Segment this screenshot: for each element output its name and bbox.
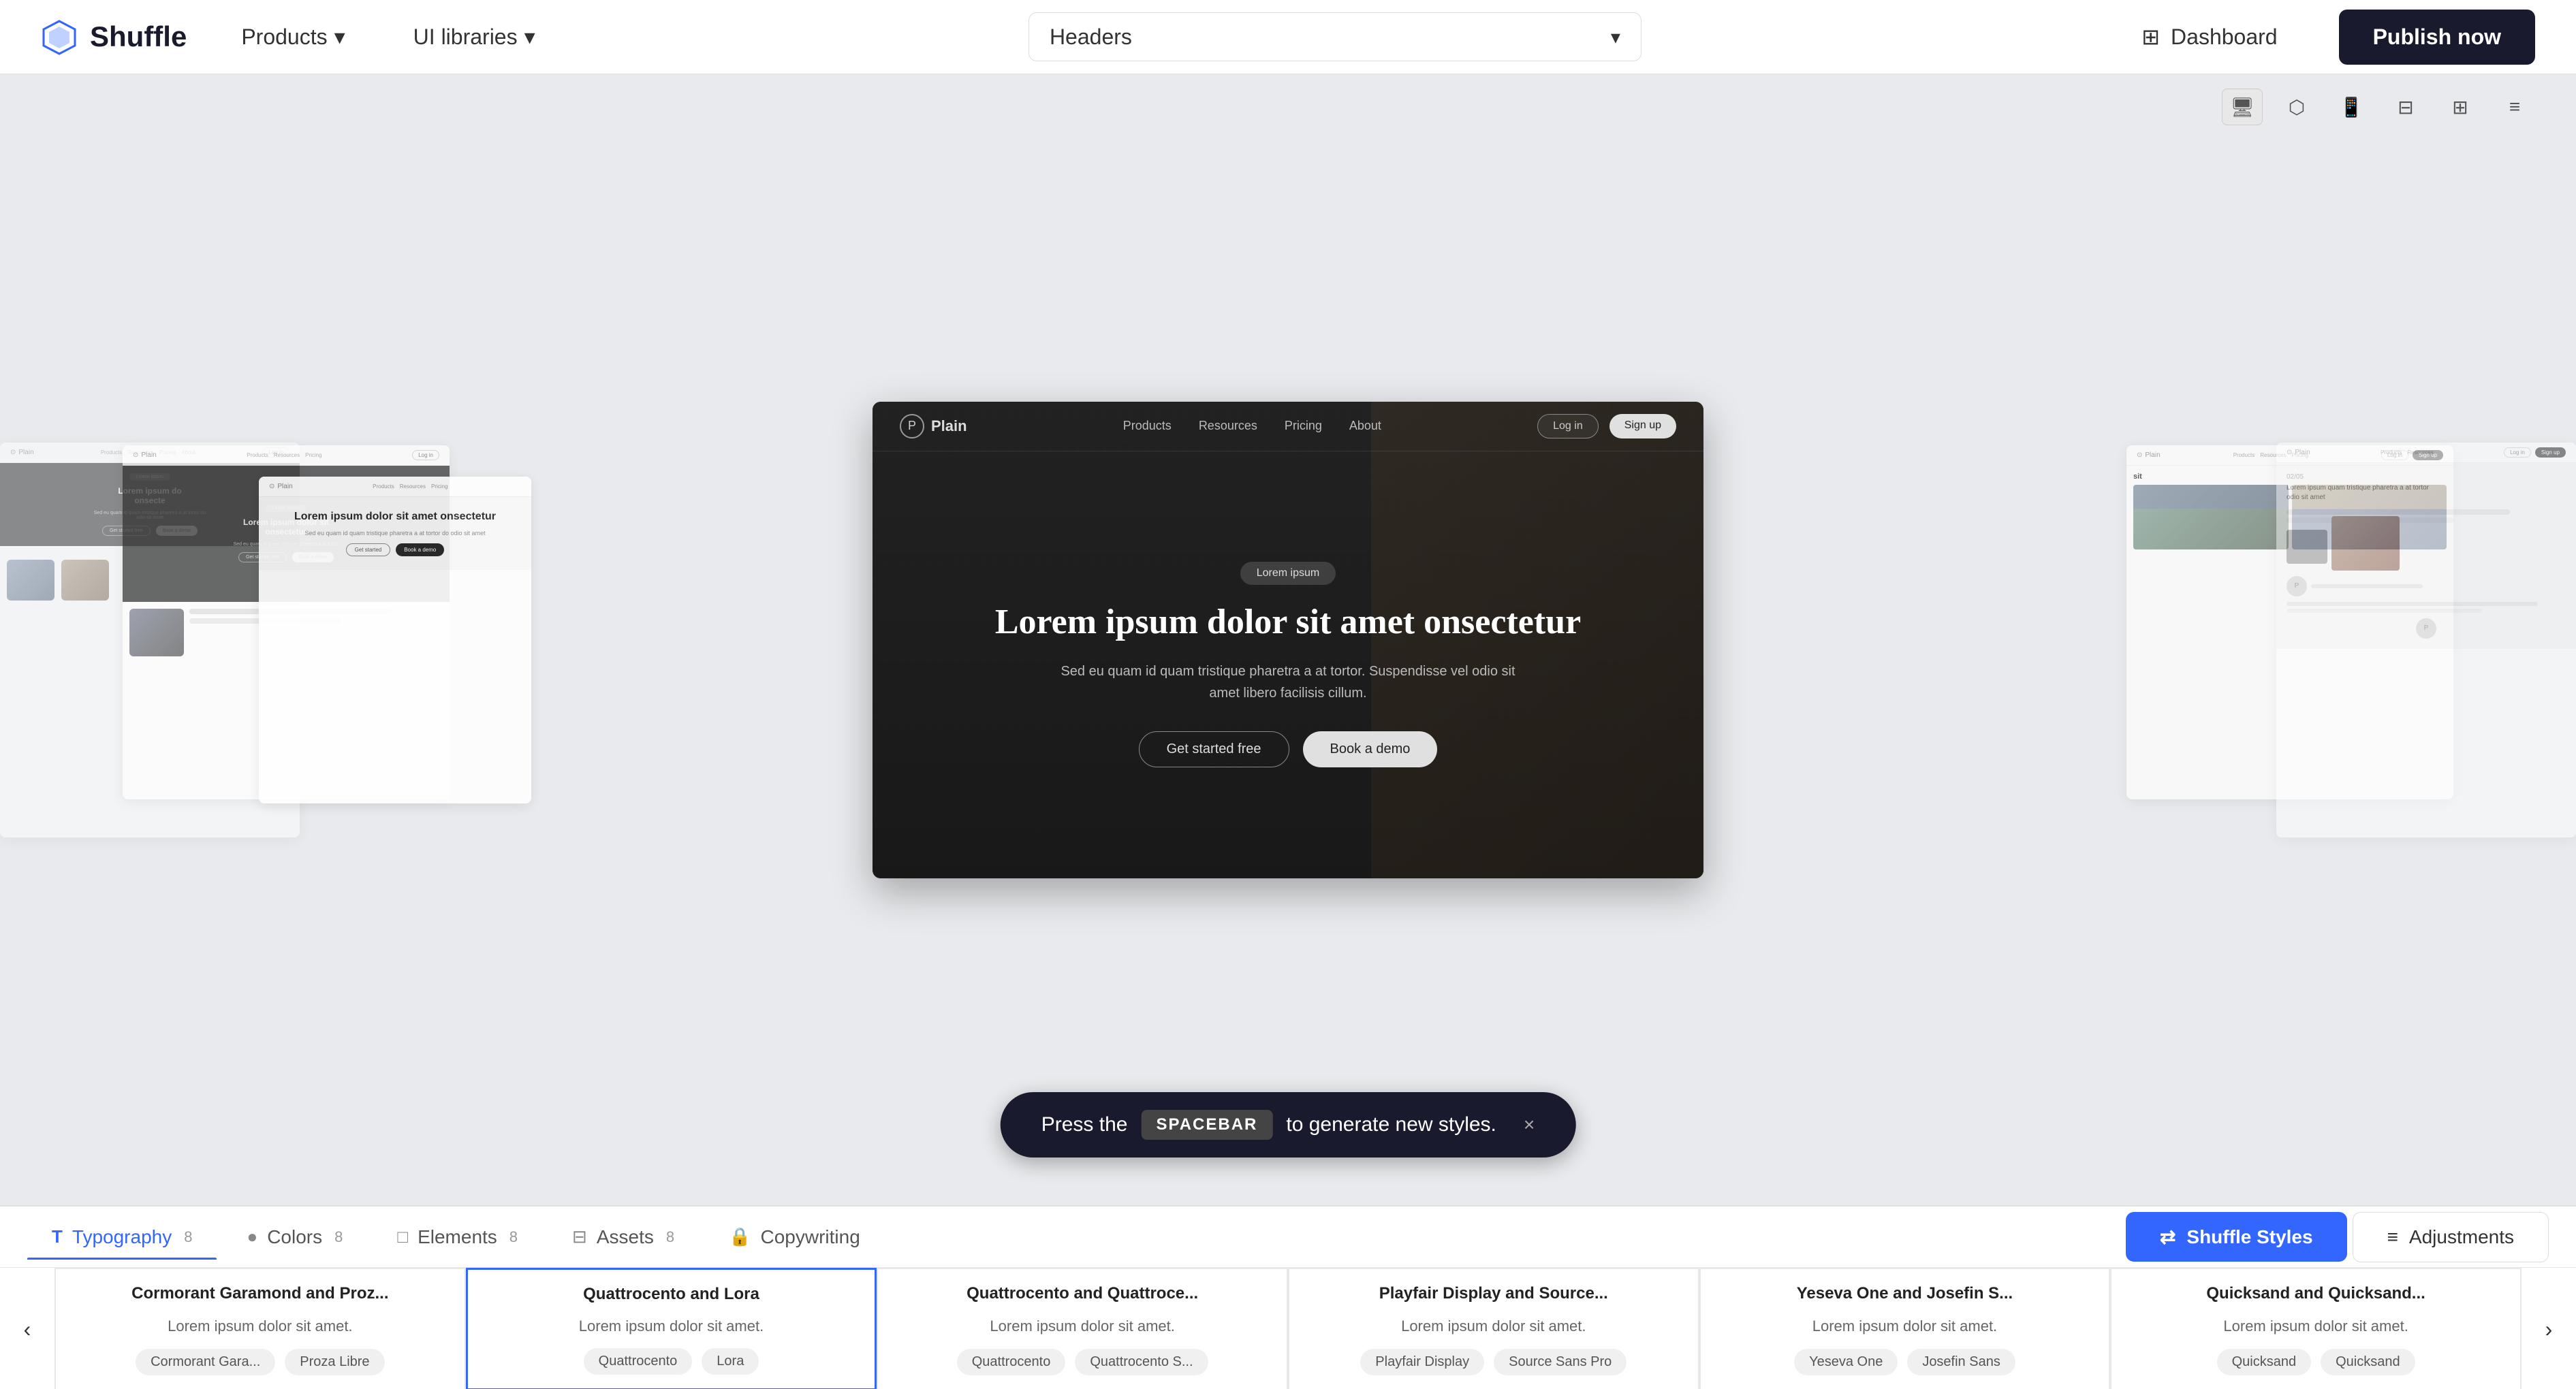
font-card-title: Yeseva One and Josefin S... — [1797, 1283, 2013, 1304]
preview-signup-button[interactable]: Sign up — [1609, 414, 1676, 438]
preview-logo-text: Plain — [931, 417, 967, 435]
preview-logo-icon: P — [900, 414, 924, 438]
tablet-landscape-button[interactable]: ⬡ — [2276, 89, 2317, 125]
font-tag: Quattrocento — [957, 1349, 1066, 1375]
sliders-icon: ≡ — [2387, 1226, 2398, 1248]
hero-badge: Lorem ipsum — [1240, 562, 1336, 585]
tab-elements[interactable]: □ Elements 8 — [373, 1215, 542, 1259]
logo-icon — [41, 18, 78, 55]
preview-nav-links: Products Resources Pricing About — [1123, 419, 1381, 433]
toast-close-button[interactable]: × — [1524, 1114, 1535, 1136]
topnav: Shuffle Products ▾ UI libraries ▾ Header… — [0, 0, 2576, 74]
font-card-playfair-source[interactable]: Playfair Display and Source... Lorem ips… — [1288, 1268, 1699, 1389]
font-card-sample: Lorem ipsum dolor sit amet. — [168, 1318, 352, 1335]
typography-icon: T — [52, 1226, 63, 1247]
preview-navbar: P Plain Products Resources Pricing About… — [873, 402, 1703, 451]
canvas-area: ⊙Plain Products Resources Pricing About … — [0, 74, 2576, 1205]
font-card-title: Playfair Display and Source... — [1379, 1283, 1608, 1304]
font-tags: Cormorant Gara... Proza Libre — [136, 1349, 384, 1375]
section-search[interactable]: Headers ▾ — [1028, 12, 1642, 61]
font-card-yeseva-josefin[interactable]: Yeseva One and Josefin S... Lorem ipsum … — [1699, 1268, 2111, 1389]
left-preview-3[interactable]: ⊙Plain Products Resources Pricing Lorem … — [259, 477, 531, 803]
elements-icon: □ — [397, 1226, 408, 1247]
font-card-sample: Lorem ipsum dolor sit amet. — [1401, 1318, 1586, 1335]
font-card-quattrocento-lora[interactable]: Quattrocento and Lora Lorem ipsum dolor … — [466, 1268, 877, 1389]
desktop-view-button[interactable]: 🖥 — [2222, 89, 2263, 125]
shuffle-icon: ⇄ — [2160, 1226, 2176, 1248]
spacebar-toast: Press the SPACEBAR to generate new style… — [1001, 1092, 1576, 1158]
spacebar-key: SPACEBAR — [1141, 1110, 1272, 1140]
font-tags: Quattrocento Lora — [584, 1348, 759, 1375]
split-view-button[interactable]: ⊟ — [2385, 89, 2426, 125]
font-tag: Lora — [702, 1348, 759, 1375]
logo[interactable]: Shuffle — [41, 18, 187, 55]
preview-logo: P Plain — [900, 414, 967, 438]
mobile-view-button[interactable]: 📱 — [2331, 89, 2372, 125]
tab-assets[interactable]: ⊟ Assets 8 — [548, 1215, 699, 1259]
brand-name: Shuffle — [90, 20, 187, 53]
font-tags: Quattrocento Quattrocento S... — [957, 1349, 1208, 1375]
font-carousel: ‹ Cormorant Garamond and Proz... Lorem i… — [0, 1268, 2576, 1389]
dashboard-icon: ⊞ — [2141, 24, 2160, 50]
hero-content: Lorem ipsum Lorem ipsum dolor sit amet o… — [873, 451, 1703, 878]
font-card-title: Quattrocento and Quattroce... — [967, 1283, 1198, 1304]
bottom-tabs: T Typography 8 ● Colors 8 □ Elements 8 ⊟… — [0, 1207, 2576, 1268]
font-tag: Quattrocento S... — [1075, 1349, 1208, 1375]
preview-login-button[interactable]: Log in — [1537, 414, 1599, 438]
tab-copywriting[interactable]: 🔒 Copywriting — [704, 1215, 885, 1259]
dashboard-button[interactable]: ⊞ Dashboard — [2121, 13, 2297, 61]
assets-icon: ⊟ — [572, 1226, 587, 1247]
nav-products[interactable]: Products ▾ — [227, 17, 358, 57]
font-tag: Proza Libre — [285, 1349, 384, 1375]
font-card-sample: Lorem ipsum dolor sit amet. — [1812, 1318, 1997, 1335]
main-preview: P Plain Products Resources Pricing About… — [873, 402, 1703, 878]
adjustments-button[interactable]: ≡ Adjustments — [2353, 1212, 2549, 1262]
compact-view-button[interactable]: ≡ — [2494, 89, 2535, 125]
font-tags: Quicksand Quicksand — [2217, 1349, 2415, 1375]
font-cards-list: Cormorant Garamond and Proz... Lorem ips… — [54, 1268, 2522, 1389]
side-previews: ⊙Plain Products Resources Pricing About … — [0, 74, 2576, 1205]
hero-cta-secondary[interactable]: Book a demo — [1303, 731, 1438, 767]
hero-title: Lorem ipsum dolor sit amet onsectetur — [995, 601, 1581, 643]
right-preview-2[interactable]: ⊙Plain Products Resources Log in Sign up… — [2276, 443, 2576, 837]
font-card-title: Quicksand and Quicksand... — [2206, 1283, 2425, 1304]
hero-section: P Plain Products Resources Pricing About… — [873, 402, 1703, 878]
font-tag: Quicksand — [2321, 1349, 2415, 1375]
font-tag: Josefin Sans — [1907, 1349, 2015, 1375]
font-card-quattrocento-quattroce[interactable]: Quattrocento and Quattroce... Lorem ipsu… — [877, 1268, 1288, 1389]
font-tags: Playfair Display Source Sans Pro — [1360, 1349, 1627, 1375]
nav-ui-libraries[interactable]: UI libraries ▾ — [400, 17, 549, 57]
shuffle-styles-button[interactable]: ⇄ Shuffle Styles — [2126, 1212, 2347, 1262]
hero-subtitle: Sed eu quam id quam tristique pharetra a… — [1050, 660, 1526, 704]
font-card-cormorant-proz[interactable]: Cormorant Garamond and Proz... Lorem ips… — [54, 1268, 466, 1389]
grid-view-button[interactable]: ⊞ — [2440, 89, 2481, 125]
font-card-title: Quattrocento and Lora — [583, 1283, 759, 1305]
font-card-quicksand-quicksand[interactable]: Quicksand and Quicksand... Lorem ipsum d… — [2110, 1268, 2522, 1389]
font-tag: Yeseva One — [1794, 1349, 1898, 1375]
font-tag: Playfair Display — [1360, 1349, 1484, 1375]
font-card-title: Cormorant Garamond and Proz... — [131, 1283, 388, 1304]
tab-typography[interactable]: T Typography 8 — [27, 1215, 217, 1259]
view-controls: 🖥 ⬡ 📱 ⊟ ⊞ ≡ — [2222, 89, 2535, 125]
hero-actions: Get started free Book a demo — [1139, 731, 1438, 767]
font-tag: Source Sans Pro — [1494, 1349, 1627, 1375]
tab-colors[interactable]: ● Colors 8 — [222, 1215, 367, 1259]
chevron-down-icon: ▾ — [1611, 26, 1620, 48]
mini-logo-1: ⊙Plain — [10, 449, 34, 456]
bottom-panel: T Typography 8 ● Colors 8 □ Elements 8 ⊟… — [0, 1205, 2576, 1389]
carousel-next-button[interactable]: › — [2522, 1268, 2576, 1389]
font-tag: Quicksand — [2217, 1349, 2312, 1375]
publish-button[interactable]: Publish now — [2339, 10, 2535, 65]
hero-cta-primary[interactable]: Get started free — [1139, 731, 1289, 767]
carousel-prev-button[interactable]: ‹ — [0, 1268, 54, 1389]
font-card-sample: Lorem ipsum dolor sit amet. — [990, 1318, 1174, 1335]
lock-icon: 🔒 — [729, 1226, 751, 1247]
font-card-sample: Lorem ipsum dolor sit amet. — [579, 1318, 764, 1335]
font-tags: Yeseva One Josefin Sans — [1794, 1349, 2015, 1375]
preview-nav-actions: Log in Sign up — [1537, 414, 1676, 438]
colors-icon: ● — [247, 1226, 257, 1247]
font-tag: Cormorant Gara... — [136, 1349, 275, 1375]
font-card-sample: Lorem ipsum dolor sit amet. — [2223, 1318, 2408, 1335]
font-tag: Quattrocento — [584, 1348, 693, 1375]
